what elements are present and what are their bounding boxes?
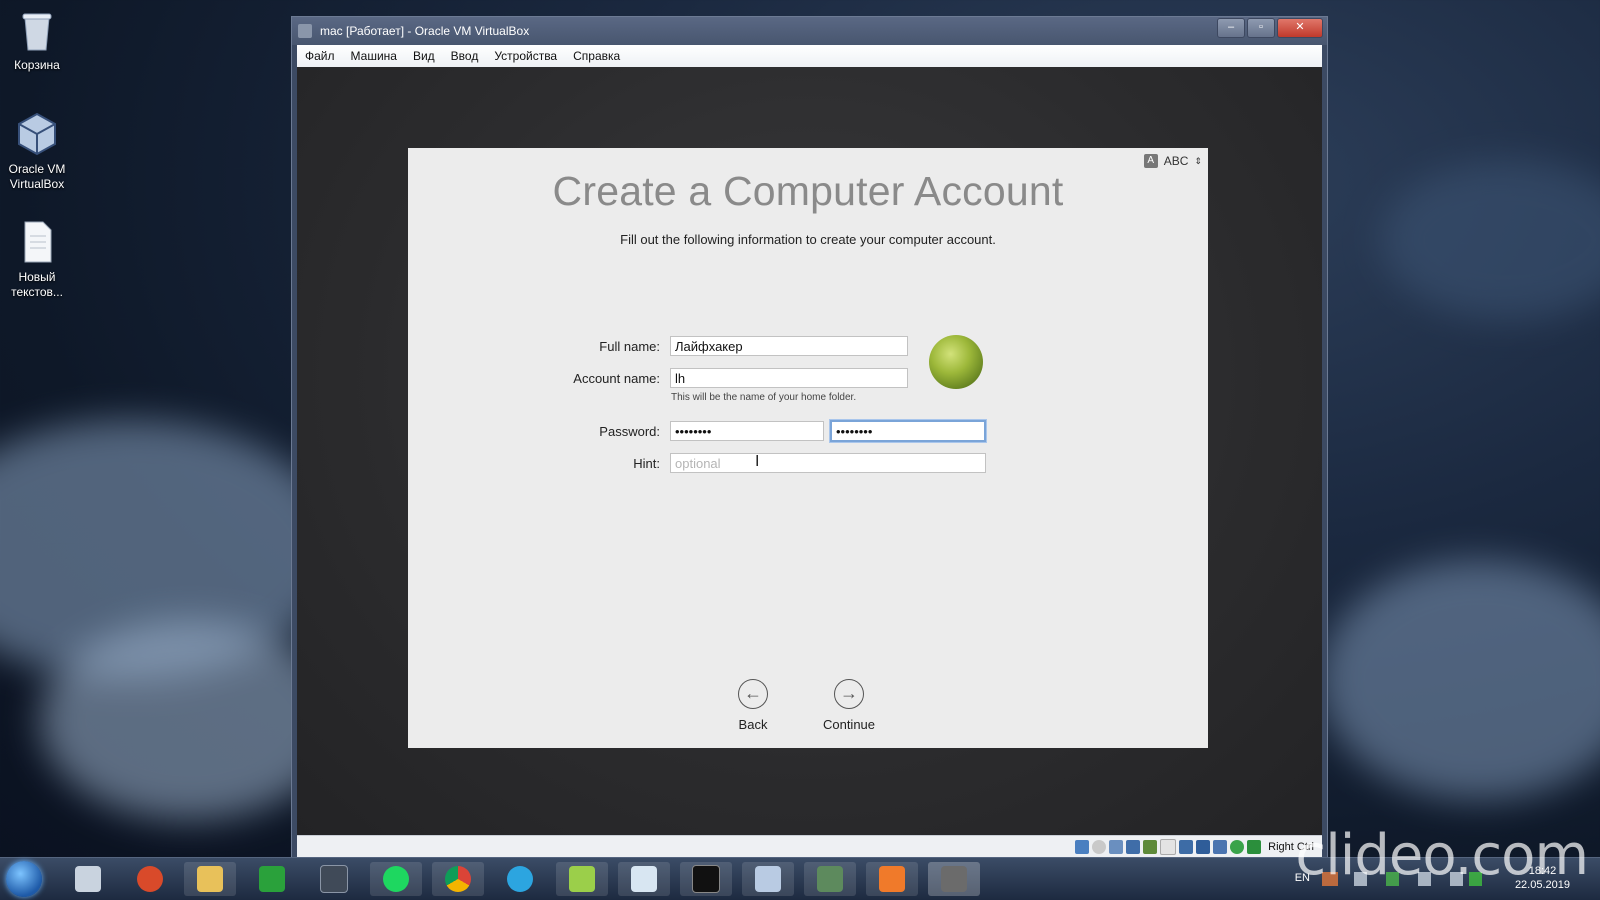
virtualization-icon[interactable] bbox=[1213, 839, 1228, 854]
optical-drive-icon[interactable] bbox=[1092, 839, 1107, 854]
notepad-icon bbox=[569, 866, 595, 892]
spotify-icon bbox=[383, 866, 409, 892]
usb-icon[interactable] bbox=[1143, 839, 1158, 854]
menu-input[interactable]: Ввод bbox=[443, 49, 487, 63]
minimize-button[interactable]: – bbox=[1217, 18, 1245, 38]
virtualbox-icon bbox=[755, 866, 781, 892]
close-button[interactable]: ✕ bbox=[1277, 18, 1323, 38]
display-icon[interactable] bbox=[1179, 839, 1194, 854]
window-menubar: Файл Машина Вид Ввод Устройства Справка bbox=[297, 45, 1322, 68]
menu-file[interactable]: Файл bbox=[297, 49, 343, 63]
menu-help[interactable]: Справка bbox=[565, 49, 628, 63]
video-capture-icon[interactable] bbox=[1196, 839, 1211, 854]
window-titlebar[interactable]: mac [Работает] - Oracle VM VirtualBox – … bbox=[292, 17, 1327, 45]
setup-dialog: A ABC ⇕ Create a Computer Account Fill o… bbox=[408, 148, 1208, 748]
recycle-bin-icon bbox=[17, 8, 57, 52]
password-field[interactable]: •••••••• bbox=[670, 421, 824, 441]
desktop-icon-label: Oracle VM VirtualBox bbox=[8, 162, 66, 191]
virtualbox-cube-icon bbox=[17, 112, 57, 156]
desktop-icon-recycle-bin[interactable]: Корзина bbox=[4, 8, 70, 73]
audio-icon[interactable] bbox=[1109, 839, 1124, 854]
taskbar-spotify[interactable] bbox=[370, 862, 422, 896]
desktop-icon-label: Новый текстов... bbox=[11, 270, 63, 299]
account-name-field[interactable]: lh bbox=[670, 368, 908, 388]
utorrent-icon bbox=[259, 866, 285, 892]
watermark: clideo.com bbox=[1295, 823, 1589, 888]
shared-folders-icon[interactable] bbox=[1160, 838, 1177, 855]
pen-icon bbox=[631, 866, 657, 892]
full-name-field[interactable]: Лайфхакер bbox=[670, 336, 908, 356]
taskbar-explorer[interactable] bbox=[184, 862, 236, 896]
menu-devices[interactable]: Устройства bbox=[486, 49, 565, 63]
taskbar-orange-app[interactable] bbox=[866, 862, 918, 896]
back-button-label: Back bbox=[738, 717, 768, 732]
taskbar-chrome[interactable] bbox=[432, 862, 484, 896]
arrow-left-icon: ← bbox=[738, 679, 768, 709]
taskbar-calculator[interactable] bbox=[62, 862, 114, 896]
user-avatar[interactable] bbox=[929, 335, 983, 389]
taskbar-vm-window[interactable] bbox=[928, 862, 980, 896]
virtualbox-window: mac [Работает] - Oracle VM VirtualBox – … bbox=[291, 16, 1328, 858]
continue-button[interactable]: → Continue bbox=[809, 679, 889, 732]
vm-statusbar: Right Ctrl bbox=[297, 835, 1322, 857]
page-title: Create a Computer Account bbox=[552, 168, 1064, 214]
taskbar-browser[interactable] bbox=[124, 862, 176, 896]
desktop-wallpaper-cloud bbox=[1380, 160, 1600, 320]
desktop-icon-new-text-file[interactable]: Новый текстов... bbox=[4, 220, 70, 300]
taskbar-utorrent[interactable] bbox=[246, 862, 298, 896]
taskbar-telegram[interactable] bbox=[494, 862, 546, 896]
desktop-wallpaper-cloud bbox=[1320, 560, 1600, 800]
taskbar-task-manager[interactable] bbox=[804, 862, 856, 896]
guest-display[interactable]: A ABC ⇕ Create a Computer Account Fill o… bbox=[297, 67, 1322, 835]
mouse-integration-icon[interactable] bbox=[1230, 839, 1245, 854]
arrow-right-icon: → bbox=[834, 679, 864, 709]
account-name-note: This will be the name of your home folde… bbox=[671, 392, 857, 403]
input-source-icon: A bbox=[1143, 154, 1158, 168]
calculator-icon bbox=[75, 866, 101, 892]
input-source-label: ABC bbox=[1163, 154, 1189, 168]
text-document-icon bbox=[17, 220, 57, 264]
desktop-icon-virtualbox[interactable]: Oracle VM VirtualBox bbox=[4, 112, 70, 192]
hint-field[interactable]: optional bbox=[670, 453, 986, 473]
menu-view[interactable]: Вид bbox=[405, 49, 443, 63]
full-name-label: Full name: bbox=[599, 339, 660, 354]
hint-label: Hint: bbox=[633, 456, 660, 471]
browser-icon bbox=[137, 866, 163, 892]
text-cursor-icon: I bbox=[755, 453, 760, 470]
taskbar-app[interactable] bbox=[308, 862, 360, 896]
taskbar-editor[interactable] bbox=[618, 862, 670, 896]
password-label: Password: bbox=[599, 424, 660, 439]
taskbar-terminal[interactable] bbox=[680, 862, 732, 896]
hard-disk-icon[interactable] bbox=[1075, 839, 1090, 854]
window-icon bbox=[320, 865, 348, 893]
window-title: mac [Работает] - Oracle VM VirtualBox bbox=[320, 24, 530, 38]
virtualbox-app-icon bbox=[298, 24, 312, 38]
page-subtitle: Fill out the following information to cr… bbox=[620, 232, 996, 247]
start-button[interactable] bbox=[6, 861, 42, 897]
monitor-icon bbox=[817, 866, 843, 892]
verify-password-field[interactable]: •••••••• bbox=[830, 420, 986, 442]
taskbar-virtualbox[interactable] bbox=[742, 862, 794, 896]
taskbar-notepad[interactable] bbox=[556, 862, 608, 896]
network-icon[interactable] bbox=[1126, 839, 1141, 854]
back-button[interactable]: ← Back bbox=[713, 679, 793, 732]
telegram-icon bbox=[507, 866, 533, 892]
vm-window-icon bbox=[941, 866, 967, 892]
maximize-button[interactable]: ▫ bbox=[1247, 18, 1275, 38]
chrome-icon bbox=[445, 866, 471, 892]
window-controls: – ▫ ✕ bbox=[1217, 18, 1323, 38]
terminal-icon bbox=[692, 865, 720, 893]
desktop-icon-label: Корзина bbox=[14, 58, 60, 72]
keyboard-capture-icon[interactable] bbox=[1247, 839, 1262, 854]
input-source-menu[interactable]: A ABC ⇕ bbox=[1143, 154, 1202, 168]
continue-button-label: Continue bbox=[822, 717, 876, 732]
orange-app-icon bbox=[879, 866, 905, 892]
chevron-updown-icon: ⇕ bbox=[1194, 155, 1202, 166]
folder-icon bbox=[197, 866, 223, 892]
account-name-label: Account name: bbox=[573, 371, 660, 386]
menu-machine[interactable]: Машина bbox=[343, 49, 405, 63]
